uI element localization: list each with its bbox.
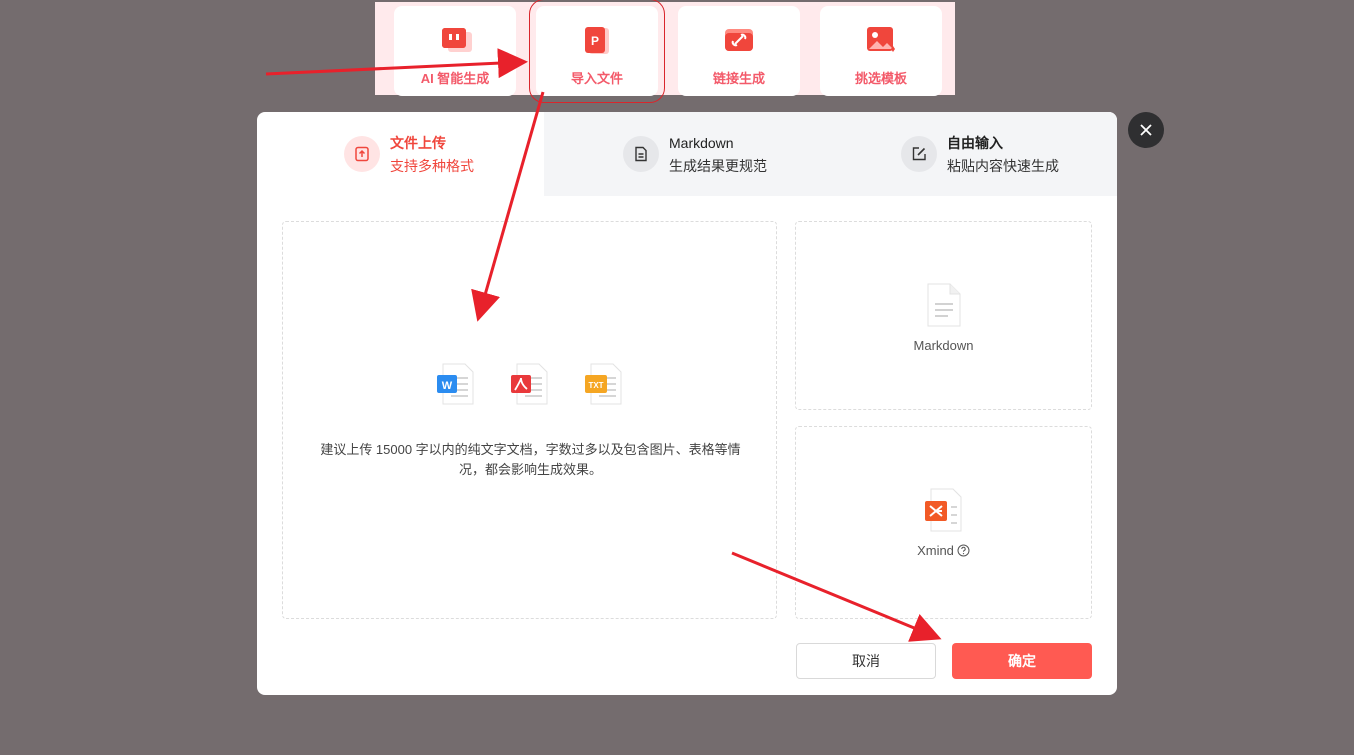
document-icon (623, 136, 659, 172)
xmind-label: Xmind (917, 543, 954, 558)
svg-text:W: W (441, 380, 452, 392)
txt-file-icon: TXT (584, 363, 621, 405)
close-button[interactable] (1128, 112, 1164, 148)
import-tabs: 文件上传 支持多种格式 Markdown 生成结果更规范 自由输入 粘贴内容快速… (257, 112, 1117, 196)
chat-bubble-icon (442, 28, 472, 52)
confirm-button[interactable]: 确定 (952, 643, 1092, 679)
edit-icon (901, 136, 937, 172)
file-upload-dropzone[interactable]: W TXT 建议上传 15000 字以内的纯文字文档，字数过多以及包含图片、表格… (282, 221, 777, 619)
xmind-file-icon (924, 488, 961, 532)
pdf-file-icon (510, 363, 547, 405)
upload-icon (344, 136, 380, 172)
tab-markdown[interactable]: Markdown 生成结果更规范 (544, 112, 830, 196)
ppt-file-icon: P (585, 27, 609, 54)
mode-card-label: 链接生成 (712, 71, 765, 86)
tab-file-upload[interactable]: 文件上传 支持多种格式 (257, 112, 544, 196)
option-label: Markdown (913, 338, 974, 353)
mode-card-ai-generate[interactable]: AI 智能生成 (394, 6, 516, 96)
cancel-button[interactable]: 取消 (796, 643, 936, 679)
tab-free-input[interactable]: 自由输入 粘贴内容快速生成 (830, 112, 1117, 196)
supported-file-types: W TXT (283, 362, 776, 412)
mode-card-import-file[interactable]: P 导入文件 (529, 0, 665, 103)
close-icon (1140, 124, 1152, 136)
create-mode-strip: AI 智能生成 P 导入文件 链接生成 挑选模板 (375, 0, 955, 103)
image-template-icon (867, 27, 895, 52)
svg-text:TXT: TXT (588, 381, 603, 390)
markdown-file-icon (927, 283, 960, 327)
tab-title: 文件上传 (390, 134, 446, 151)
option-label: Xmind (917, 543, 970, 558)
mode-card-link-generate[interactable]: 链接生成 (678, 6, 800, 96)
mode-card-label: 导入文件 (570, 71, 623, 86)
question-circle-icon[interactable] (957, 544, 970, 557)
tab-subtitle: 支持多种格式 (390, 157, 474, 174)
upload-hint-text: 建议上传 15000 字以内的纯文字文档，字数过多以及包含图片、表格等情况，都会… (320, 442, 741, 477)
tab-subtitle: 粘贴内容快速生成 (947, 157, 1059, 174)
tab-title: Markdown (669, 134, 734, 151)
import-file-dialog: 文件上传 支持多种格式 Markdown 生成结果更规范 自由输入 粘贴内容快速… (257, 112, 1117, 695)
mode-card-label: 挑选模板 (854, 71, 907, 86)
mode-card-pick-template[interactable]: 挑选模板 (820, 6, 942, 96)
mode-card-label: AI 智能生成 (420, 71, 490, 86)
markdown-import-option[interactable]: Markdown (795, 221, 1092, 410)
xmind-import-option[interactable]: Xmind (795, 426, 1092, 619)
tab-subtitle: 生成结果更规范 (669, 157, 767, 174)
svg-text:P: P (591, 34, 599, 48)
tab-title: 自由输入 (947, 134, 1003, 151)
link-icon (725, 29, 753, 51)
word-file-icon: W (436, 363, 473, 405)
